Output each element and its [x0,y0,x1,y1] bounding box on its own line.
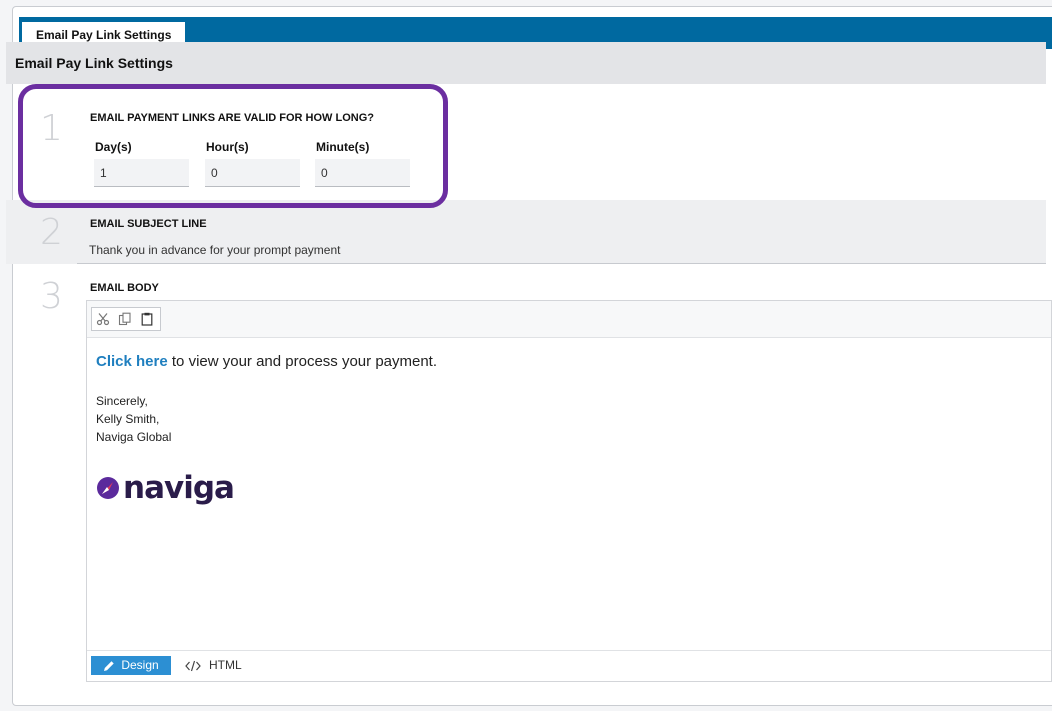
click-here-link[interactable]: Click here [96,353,168,370]
editor-mode-bar: Design HTML [87,650,1051,681]
html-mode-button[interactable]: HTML [185,656,242,675]
cut-icon[interactable] [92,308,114,330]
signer-name: Kelly Smith, [96,412,160,426]
validity-highlight-outline [18,84,448,208]
email-body-content[interactable]: Click here to view your and process your… [96,353,1041,506]
paste-icon[interactable] [136,308,158,330]
signature: Sincerely, Kelly Smith, Naviga Global [96,392,1041,446]
html-mode-label: HTML [209,658,242,672]
link-line-rest: to view your and process your payment. [167,353,438,370]
email-body-editor[interactable]: Click here to view your and process your… [86,300,1052,682]
code-icon [185,660,201,671]
panel-title: Email Pay Link Settings [6,42,1046,84]
naviga-logo: naviga [96,470,1041,506]
body-link-line: Click here to view your and process your… [96,353,1041,370]
signoff-text: Sincerely, [96,394,148,408]
body-section-label: EMAIL BODY [90,282,159,294]
step-number-3: 3 [40,276,63,317]
naviga-logo-text: naviga [123,470,235,506]
pencil-icon [104,660,115,671]
copy-icon[interactable] [114,308,136,330]
company-name: Naviga Global [96,430,172,444]
step-number-2: 2 [40,212,63,253]
subject-input[interactable]: Thank you in advance for your prompt pay… [77,236,1046,264]
subject-section-label: EMAIL SUBJECT LINE [90,218,207,230]
design-mode-button[interactable]: Design [91,656,171,675]
editor-toolbar [87,301,1051,338]
design-mode-label: Design [121,658,159,672]
naviga-logo-mark-icon [97,477,119,499]
clipboard-tool-group [91,307,161,331]
